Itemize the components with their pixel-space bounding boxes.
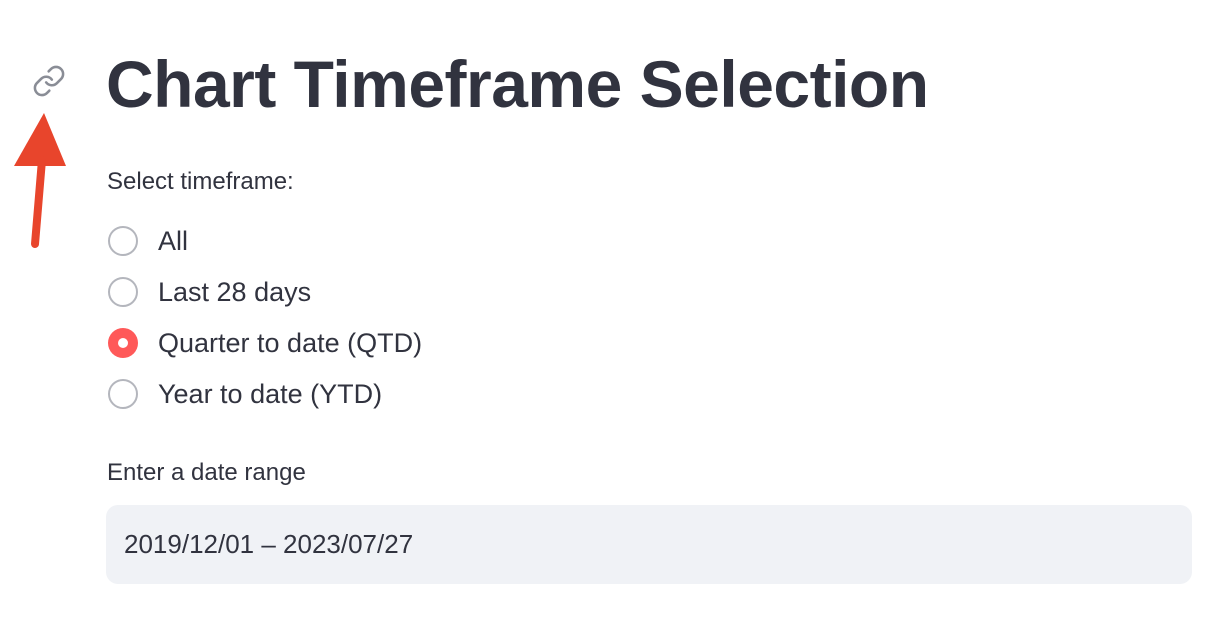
- radio-option-label: Quarter to date (QTD): [158, 327, 423, 358]
- page-title: Chart Timeframe Selection: [106, 47, 929, 121]
- radio-option-label: Last 28 days: [158, 276, 312, 307]
- radio-option-qtd[interactable]: Quarter to date (QTD): [108, 317, 708, 368]
- radio-button[interactable]: [108, 378, 138, 409]
- radio-button[interactable]: [108, 276, 138, 307]
- link-icon[interactable]: [30, 62, 68, 100]
- timeframe-radio-group: All Last 28 days Quarter to date (QTD) Y…: [108, 215, 708, 419]
- radio-option-ytd[interactable]: Year to date (YTD): [108, 368, 708, 419]
- radio-option-label: Year to date (YTD): [158, 378, 383, 409]
- radio-button[interactable]: [108, 225, 138, 256]
- radio-option-all[interactable]: All: [108, 215, 708, 266]
- red-arrow-icon: [14, 113, 66, 248]
- app-page: Chart Timeframe Selection Select timefra…: [0, 0, 1230, 630]
- radio-button-selected[interactable]: [108, 327, 138, 358]
- date-range-input[interactable]: [106, 505, 1192, 584]
- date-range-label: Enter a date range: [107, 459, 306, 486]
- timeframe-label: Select timeframe:: [107, 168, 294, 195]
- radio-option-last-28-days[interactable]: Last 28 days: [108, 266, 708, 317]
- radio-option-label: All: [158, 225, 189, 256]
